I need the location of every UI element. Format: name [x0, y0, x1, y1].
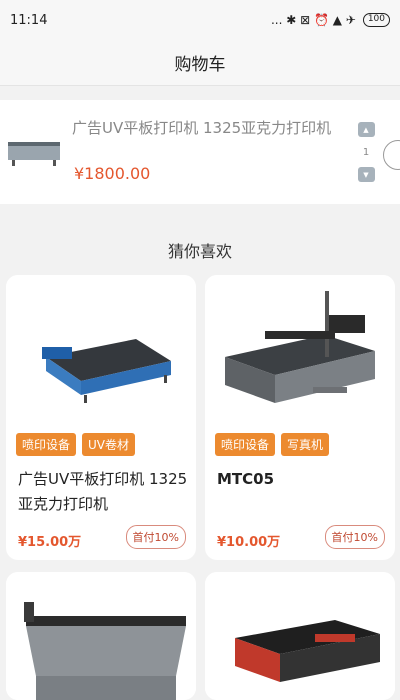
- status-time: 11:14: [10, 12, 48, 28]
- product-card[interactable]: [6, 572, 196, 700]
- down-payment-badge: 首付10%: [125, 525, 186, 549]
- battery-icon: 100: [362, 13, 390, 27]
- product-name: 广告UV平板打印机 1325亚克力打印机: [18, 470, 188, 513]
- product-name: MTC05: [217, 470, 275, 488]
- page-title: 购物车: [174, 55, 226, 75]
- quantity-value: 1: [362, 146, 370, 158]
- recommend-title: 猜你喜欢: [167, 242, 232, 261]
- product-image: [6, 572, 196, 700]
- tag-list: 喷印设备 写真机: [215, 433, 330, 456]
- nav-bar: 购物车: [0, 40, 400, 86]
- product-price: ¥15.00万: [18, 535, 82, 550]
- down-payment-badge: 首付10%: [324, 525, 385, 549]
- decrease-button[interactable]: ▼: [357, 167, 375, 182]
- tag: 写真机: [281, 433, 330, 456]
- tag: 喷印设备: [215, 433, 276, 456]
- cart-item-price: ¥1800.00: [74, 164, 151, 183]
- product-price: ¥10.00万: [217, 535, 281, 550]
- cart-item[interactable]: 广告UV平板打印机 1325亚克力打印机 ¥1800.00 ▲ 1 ▼: [0, 100, 400, 204]
- product-image: [6, 275, 196, 423]
- quantity-stepper[interactable]: ▲ 1 ▼: [357, 122, 375, 182]
- status-bar: 11:14 ... ✱ ⊠ ⏰ ▲ ✈ 100: [0, 0, 400, 40]
- signal-icons: ... ✱ ⊠ ⏰ ▲ ✈: [270, 13, 356, 27]
- product-card[interactable]: [205, 572, 395, 700]
- product-image: [205, 572, 395, 700]
- product-image: [205, 275, 395, 423]
- product-card[interactable]: 喷印设备 UV卷材 广告UV平板打印机 1325亚克力打印机 ¥15.00万 首…: [6, 275, 196, 560]
- cart-item-thumbnail: [6, 122, 62, 182]
- tag: 喷印设备: [16, 433, 77, 456]
- increase-button[interactable]: ▲: [357, 122, 375, 137]
- cart-item-title[interactable]: 广告UV平板打印机 1325亚克力打印机: [72, 116, 350, 140]
- tag-list: 喷印设备 UV卷材: [16, 433, 136, 456]
- tag: UV卷材: [82, 433, 136, 456]
- status-icons: ... ✱ ⊠ ⏰ ▲ ✈ 100: [271, 13, 390, 27]
- product-card[interactable]: 喷印设备 写真机 MTC05 ¥10.00万 首付10%: [205, 275, 395, 560]
